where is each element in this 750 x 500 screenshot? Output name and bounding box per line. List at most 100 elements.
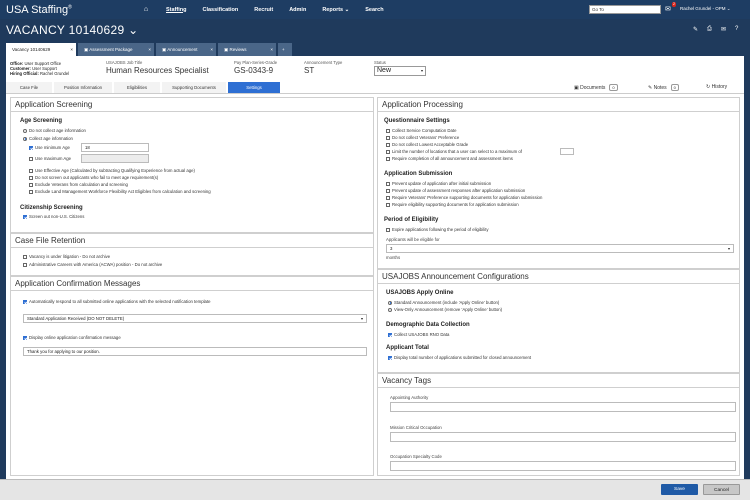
step-supporting-documents[interactable]: Supporting Documents	[162, 82, 226, 93]
mail-count-badge: 2	[672, 2, 676, 7]
documents-link[interactable]: ▣ Documents 0	[574, 84, 618, 91]
require-completion-checkbox[interactable]: Require completion of all announcement a…	[386, 156, 513, 161]
user-menu[interactable]: Rachel Grundel - OPM ⌄	[680, 6, 731, 12]
help-icon[interactable]: ?	[735, 26, 738, 32]
step-position-information[interactable]: Position Information	[54, 82, 112, 93]
mission-critical-input[interactable]	[390, 432, 736, 442]
chevron-down-icon: ▾	[727, 246, 730, 251]
eligibility-period-select[interactable]: 3 ▾	[386, 244, 734, 253]
collect-rno-checkbox[interactable]: Collect USAJOBS RNO Data	[388, 332, 449, 337]
demographic-heading: Demographic Data Collection	[386, 322, 470, 328]
collect-scd-checkbox[interactable]: Collect Service Computation Date	[386, 128, 456, 133]
auto-respond-checkbox[interactable]: Automatically respond to all submitted o…	[23, 299, 211, 304]
occupation-specialty-label: Occupation Specialty Code	[390, 454, 442, 459]
status-label: Status	[374, 60, 386, 65]
job-title-label: USAJOBS Job Title	[106, 60, 143, 65]
appointing-authority-input[interactable]	[390, 402, 736, 412]
add-tab-button[interactable]: +	[278, 43, 292, 56]
save-button[interactable]: Save	[661, 484, 698, 495]
expire-applications-checkbox[interactable]: Expire applications following the period…	[386, 227, 489, 232]
ann-value: ST	[304, 66, 315, 75]
months-label: months	[386, 255, 401, 260]
screen-out-non-citizens-checkbox[interactable]: Screen out non-U.S. Citizens	[23, 214, 84, 219]
use-max-age-checkbox[interactable]: Use maximum Age	[29, 156, 71, 161]
home-icon[interactable]: ⌂	[134, 6, 158, 13]
standard-announcement-radio[interactable]: Standard Announcement (include 'Apply On…	[388, 300, 499, 305]
usajobs-config-panel: USAJOBS Announcement Configurations USAJ…	[377, 269, 740, 373]
panel-title: Vacancy Tags	[378, 374, 739, 388]
no-lowest-grade-checkbox[interactable]: Do not collect Lowest Acceptable Grade	[386, 142, 468, 147]
chevron-down-icon: ▾	[360, 316, 363, 321]
confirmation-message-input[interactable]: Thank you for applying to our position.	[23, 347, 367, 356]
require-elig-docs-checkbox[interactable]: Require eligibility supporting documents…	[386, 202, 519, 207]
history-link[interactable]: ↻ History	[706, 84, 727, 90]
require-vet-docs-checkbox[interactable]: Require Veterans' Preference supporting …	[386, 195, 542, 200]
tab-assessment-package[interactable]: ▣ Assessment Package ×	[78, 43, 154, 56]
effective-age-checkbox[interactable]: Use Effective Age (Calculated by subtrac…	[29, 168, 195, 173]
mail-icon[interactable]: ✉	[665, 5, 671, 13]
acwa-checkbox[interactable]: Administrative Careers with America (ACW…	[23, 262, 162, 267]
tab-vacancy[interactable]: Vacancy 10140629 ×	[6, 43, 76, 56]
close-icon[interactable]: ×	[148, 43, 151, 56]
display-confirmation-checkbox[interactable]: Display online application confirmation …	[23, 335, 121, 340]
status-select[interactable]: New ▾	[374, 66, 426, 76]
prevent-update-app-checkbox[interactable]: Prevent update of application after init…	[386, 181, 491, 186]
edit-icon[interactable]: ✎	[693, 26, 698, 33]
view-only-announcement-radio[interactable]: View-Only Announcement (remove 'Apply On…	[388, 307, 502, 312]
no-vet-pref-checkbox[interactable]: Do not collect Veterans' Preference	[386, 135, 459, 140]
max-locations-input[interactable]	[560, 148, 574, 155]
close-icon[interactable]: ×	[210, 43, 213, 56]
no-screen-out-checkbox[interactable]: Do not screen out applicants who fail to…	[29, 175, 158, 180]
min-age-input[interactable]: 18	[81, 143, 149, 152]
goto-input[interactable]: Go To	[589, 5, 661, 14]
mission-critical-label: Mission Critical Occupation	[390, 425, 442, 430]
notes-link[interactable]: ✎ Notes 0	[648, 84, 679, 91]
panel-title: USAJOBS Announcement Configurations	[378, 270, 739, 284]
vacancy-tags-panel: Vacancy Tags Appointing Authority Missio…	[377, 373, 740, 476]
exclude-lmwfa-checkbox[interactable]: Exclude Land Management Workforce Flexib…	[29, 189, 211, 194]
exclude-veterans-checkbox[interactable]: Exclude Veterans from calculation and sc…	[29, 182, 128, 187]
nav-reports[interactable]: Reports ⌄	[314, 7, 357, 13]
nav-recruit[interactable]: Recruit	[246, 7, 281, 13]
limit-locations-checkbox[interactable]: Limit the number of locations that a use…	[386, 149, 522, 154]
prevent-update-assessment-checkbox[interactable]: Prevent update of assessment responses a…	[386, 188, 525, 193]
ann-label: Announcement Type	[304, 60, 343, 65]
app-logo[interactable]: USA Staffing®	[6, 4, 134, 16]
nav-search[interactable]: Search	[357, 7, 391, 13]
collect-age-radio[interactable]: Collect age information	[23, 136, 73, 141]
nav-classification[interactable]: Classification	[194, 7, 246, 13]
step-settings[interactable]: Settings	[228, 82, 280, 93]
step-case-file[interactable]: Case File	[6, 82, 52, 93]
vacancy-info: Office: User Support Office Customer: Us…	[6, 56, 744, 82]
tab-announcement[interactable]: ▣ Announcement ×	[156, 43, 216, 56]
applicant-total-heading: Applicant Total	[386, 345, 429, 351]
tab-reviews[interactable]: ▣ Reviews ×	[218, 43, 276, 56]
nav-staffing[interactable]: Staffing	[158, 7, 194, 13]
step-nav: Case File Position Information Eligibili…	[6, 82, 744, 94]
pps-value: GS-0343-9	[234, 66, 274, 75]
step-eligibilities[interactable]: Eligibilities	[114, 82, 160, 93]
apply-online-heading: USAJOBS Apply Online	[386, 290, 454, 296]
use-min-age-checkbox[interactable]: Use minimum Age	[29, 145, 70, 150]
no-collect-age-radio[interactable]: Do not collect age information	[23, 128, 86, 133]
litigation-checkbox[interactable]: Vacancy is under litigation - Do not arc…	[23, 254, 110, 259]
panel-title: Case File Retention	[11, 234, 373, 248]
close-icon[interactable]: ×	[70, 43, 73, 56]
occupation-specialty-input[interactable]	[390, 461, 736, 471]
display-total-checkbox[interactable]: Display total number of applications sub…	[388, 355, 531, 360]
office-block: Office: User Support Office Customer: Us…	[10, 61, 70, 77]
panel-title: Application Processing	[378, 98, 739, 112]
cancel-button[interactable]: Cancel	[703, 484, 740, 495]
confirmation-messages-panel: Application Confirmation Messages Automa…	[10, 276, 374, 476]
max-age-input[interactable]	[81, 154, 149, 163]
application-processing-panel: Application Processing Questionnaire Set…	[377, 97, 740, 269]
close-icon[interactable]: ×	[270, 43, 273, 56]
vacancy-title[interactable]: VACANCY 10140629 ⌄	[6, 23, 138, 37]
notification-template-select[interactable]: Standard Application Received (DO NOT DE…	[23, 314, 367, 323]
case-file-retention-panel: Case File Retention Vacancy is under lit…	[10, 233, 374, 276]
print-icon[interactable]: ⎙	[707, 26, 712, 33]
comment-icon[interactable]: ✉	[721, 26, 726, 33]
nav-admin[interactable]: Admin	[281, 7, 314, 13]
questionnaire-heading: Questionnaire Settings	[384, 118, 450, 124]
panel-title: Application Screening	[11, 98, 373, 112]
